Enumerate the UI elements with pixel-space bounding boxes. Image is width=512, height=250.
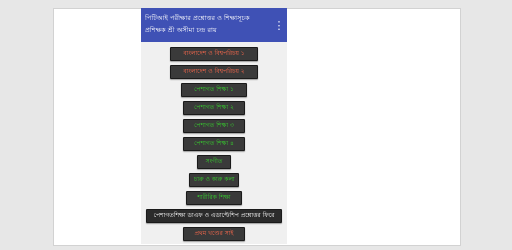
app-title-line-2: প্রশিক্ষক শ্রী অসীমা চন্দ্র রায় — [145, 26, 217, 34]
app-bar: পিটিআই পরীক্ষার প্রশ্নোত্তর ও শিক্ষাসূচক… — [141, 8, 287, 42]
first-part-button[interactable]: প্রথম খণ্ডের সাই — [183, 227, 245, 241]
app-title: পিটিআই পরীক্ষার প্রশ্নোত্তর ও শিক্ষাসূচক… — [145, 12, 273, 36]
professional-education-4-button[interactable]: পেশাগত শিক্ষা ৪ — [183, 137, 245, 151]
professional-education-2-button[interactable]: পেশাগত শিক্ষা ২ — [183, 101, 245, 115]
bangladesh-world-2-button[interactable]: বাংলাদেশ ও বিশ্বপরিচয় ২ — [170, 65, 258, 79]
more-vert-icon[interactable]: ⋮ — [274, 16, 285, 34]
professional-qa-button[interactable]: পেশাগতশিক্ষা ডাএফ ও এডাপ্টেশিপ প্রশ্নোত্… — [146, 209, 282, 223]
arts-crafts-button[interactable]: চারু ও কারু কলা — [189, 173, 239, 187]
music-button[interactable]: সংগীত — [197, 155, 231, 169]
app-title-line-1: পিটিআই পরীক্ষার প্রশ্নোত্তর ও শিক্ষাসূচক — [145, 14, 250, 22]
bangladesh-world-1-button[interactable]: বাংলাদেশ ও বিশ্বপরিচয় ১ — [170, 47, 258, 61]
physical-education-button[interactable]: শারীরিক শিক্ষা — [186, 191, 242, 205]
professional-education-1-button[interactable]: পেশাগত শিক্ষা ১ — [181, 83, 247, 97]
professional-education-3-button[interactable]: পেশাগত শিক্ষা ৩ — [183, 119, 245, 133]
app-screen: পিটিআই পরীক্ষার প্রশ্নোত্তর ও শিক্ষাসূচক… — [141, 8, 287, 244]
button-list: বাংলাদেশ ও বিশ্বপরিচয় ১ বাংলাদেশ ও বিশ্… — [141, 42, 287, 241]
